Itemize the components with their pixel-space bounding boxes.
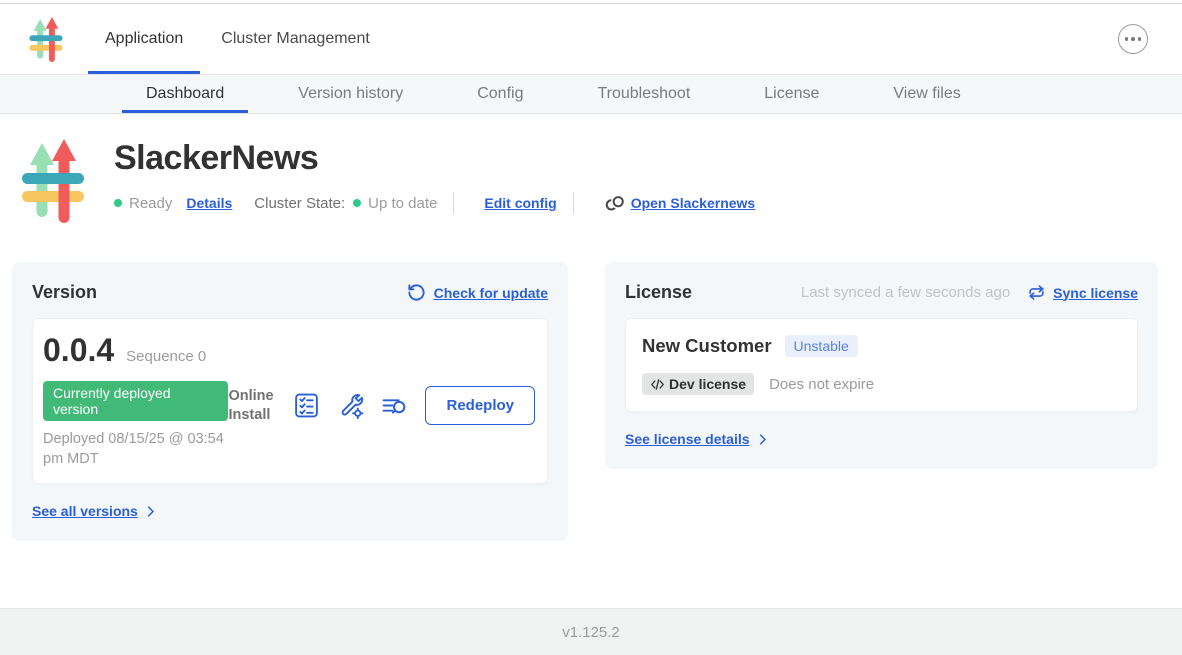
sequence-label: Sequence 0 bbox=[126, 348, 206, 365]
redeploy-button[interactable]: Redeploy bbox=[425, 386, 535, 425]
version-card: Version Check for update 0.0.4 Sequence … bbox=[12, 262, 568, 541]
app-status-dot bbox=[114, 199, 122, 207]
chain-link-icon bbox=[604, 196, 626, 211]
install-type-label: Online Install bbox=[228, 387, 276, 423]
see-license-details-link[interactable]: See license details bbox=[625, 431, 770, 447]
license-panel: New Customer Unstable Dev license Does n… bbox=[625, 318, 1138, 412]
edit-config-link[interactable]: Edit config bbox=[484, 195, 556, 211]
top-nav-tabs: Application Cluster Management bbox=[88, 4, 387, 74]
open-app-link[interactable]: Open Slackernews bbox=[604, 195, 756, 211]
tab-dashboard[interactable]: Dashboard bbox=[122, 75, 248, 113]
license-type-badge: Dev license bbox=[642, 373, 754, 395]
license-card: License Last synced a few seconds ago Sy… bbox=[605, 262, 1158, 469]
tab-troubleshoot[interactable]: Troubleshoot bbox=[573, 75, 714, 113]
see-all-versions-link[interactable]: See all versions bbox=[32, 503, 158, 519]
sync-license-link[interactable]: Sync license bbox=[1053, 285, 1138, 301]
tab-view-files[interactable]: View files bbox=[869, 75, 984, 113]
customer-name: New Customer bbox=[642, 335, 772, 357]
chevron-right-icon bbox=[755, 432, 770, 447]
version-card-title: Version bbox=[32, 282, 97, 303]
refresh-icon bbox=[407, 283, 426, 302]
divider bbox=[453, 192, 454, 214]
preflight-checks-icon[interactable] bbox=[293, 392, 320, 419]
app-status-label: Ready bbox=[129, 195, 172, 212]
footer: v1.125.2 bbox=[0, 608, 1182, 655]
version-actions: Online Install bbox=[228, 386, 535, 425]
deployed-badge: Currently deployed version bbox=[43, 381, 228, 421]
main-content: SlackerNews Ready Details Cluster State:… bbox=[0, 114, 1182, 607]
chevron-right-icon bbox=[143, 504, 158, 519]
license-expiry: Does not expire bbox=[769, 376, 874, 393]
current-version-panel: 0.0.4 Sequence 0 Currently deployed vers… bbox=[32, 318, 548, 484]
top-nav: Application Cluster Management bbox=[0, 4, 1182, 74]
cluster-state-dot bbox=[353, 199, 361, 207]
tab-license[interactable]: License bbox=[740, 75, 843, 113]
overflow-menu-button[interactable] bbox=[1118, 24, 1148, 54]
divider bbox=[573, 192, 574, 214]
app-sub-nav: Dashboard Version history Config Trouble… bbox=[0, 74, 1182, 114]
slackernews-app-icon bbox=[20, 139, 86, 223]
app-status-row: Ready Details Cluster State: Up to date … bbox=[114, 192, 755, 214]
tab-version-history[interactable]: Version history bbox=[274, 75, 427, 113]
open-app-label: Open Slackernews bbox=[631, 195, 756, 211]
console-version: v1.125.2 bbox=[562, 624, 620, 641]
slackernews-logo-icon bbox=[28, 17, 64, 62]
cluster-state-value: Up to date bbox=[368, 195, 437, 212]
version-number: 0.0.4 bbox=[43, 332, 114, 369]
config-wrench-icon[interactable] bbox=[337, 392, 364, 419]
deploy-logs-icon[interactable] bbox=[381, 392, 408, 419]
check-for-update-link[interactable]: Check for update bbox=[434, 285, 548, 301]
code-icon bbox=[650, 378, 665, 391]
app-header: SlackerNews Ready Details Cluster State:… bbox=[0, 114, 1182, 223]
sync-icon bbox=[1028, 284, 1045, 301]
page-title: SlackerNews bbox=[114, 139, 755, 178]
channel-badge: Unstable bbox=[785, 335, 858, 357]
last-synced-label: Last synced a few seconds ago bbox=[801, 284, 1010, 301]
tab-application[interactable]: Application bbox=[88, 4, 200, 74]
dashboard-cards: Version Check for update 0.0.4 Sequence … bbox=[12, 262, 1158, 541]
ellipsis-icon bbox=[1125, 37, 1129, 41]
tab-cluster-management[interactable]: Cluster Management bbox=[204, 4, 387, 74]
nav-right bbox=[1118, 4, 1148, 74]
cluster-state-label: Cluster State: bbox=[254, 195, 345, 212]
license-card-title: License bbox=[625, 282, 692, 303]
status-details-link[interactable]: Details bbox=[186, 195, 232, 211]
tab-config[interactable]: Config bbox=[453, 75, 547, 113]
deployed-timestamp: Deployed 08/15/25 @ 03:54 pm MDT bbox=[43, 430, 228, 469]
